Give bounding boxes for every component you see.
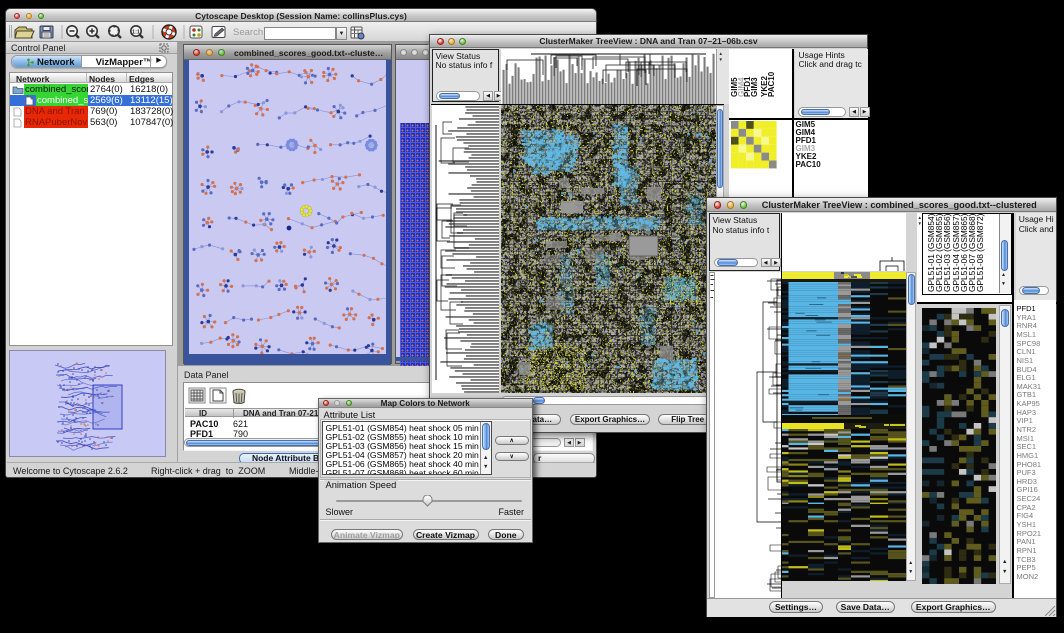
svg-text:Search:: Search: <box>233 27 266 38</box>
svg-text:1:1: 1:1 <box>132 30 140 36</box>
